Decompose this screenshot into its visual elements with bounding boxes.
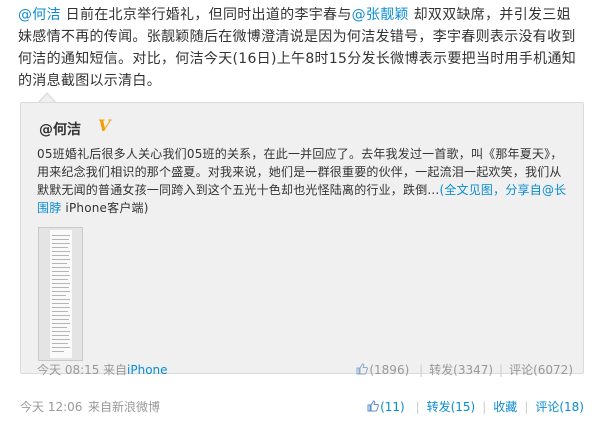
comment-button[interactable]: 评论(18) [535,400,584,414]
source-link[interactable]: iPhone [127,363,168,377]
thumbnail-line [52,263,67,264]
quoted-post-time[interactable]: 今天 08:15 [37,361,99,378]
verified-v-icon: V [98,116,111,135]
quoted-post-source: 来自iPhone [103,361,168,378]
post-footer: 今天 12:06 来自新浪微博 (11) | 转发(15) | 收藏 | 评论(18) [20,398,584,414]
thumbnail-line [52,343,68,344]
like-count: (11) [380,400,405,414]
thumbnail-line [52,275,70,276]
thumbnail-line [52,299,70,300]
thumbnail-line [52,311,68,312]
long-image-thumbnail[interactable] [38,227,83,361]
separator: | [482,400,487,414]
thumbnail-line [52,255,69,256]
separator: | [419,363,424,377]
thumbnail-line [52,327,67,328]
thumbnail-line [52,235,70,236]
thumbnail-line [52,271,69,272]
thumbnail-line [52,315,70,316]
thumbnail-line [52,323,70,324]
thumbnail-line [52,307,70,308]
quoted-text: 05班婚礼后很多人关心我们05班的关系，在此一并回应了。去年我发过一首歌，叫《那… [37,145,573,217]
repost-button[interactable]: 转发(15) [427,400,476,414]
post-text: @何洁 日前在北京举行婚礼，但同时出道的李宇春与@张靓颖 却双双缺席，并引发三姐… [18,4,584,92]
post-source: 来自新浪微博 [88,400,161,414]
thumbnail-line [52,247,68,248]
mention-link[interactable]: @张靓颖 [352,7,409,23]
quoted-comment-button[interactable]: 评论(6072) [509,363,573,377]
quoted-post-actions: (1896) | 转发(3347) | 评论(6072) [356,361,573,378]
quoted-post-footer: 今天 08:15 来自iPhone (1896) | 转发(3347) | 评论(60… [37,361,573,378]
thumbnail-line [52,319,69,320]
post-time[interactable]: 今天 12:06 [20,398,82,415]
thumbnail-line [52,283,70,284]
thumbnail-page [50,230,72,358]
source-prefix: 来自 [103,363,128,377]
quoted-author-link[interactable]: @何洁 [39,119,81,139]
thumbs-up-icon [367,400,380,412]
separator: | [499,363,504,377]
quoted-like-count: (1896) [369,363,410,377]
full-text-link[interactable]: (全文见图，分享自 [439,183,541,197]
thumbnail-line [52,243,70,244]
thumbnail-line [52,287,69,288]
thumbnail-line [52,267,70,268]
thumbnail-line [52,295,66,296]
thumbnail-line [52,303,69,304]
quoted-post: @何洁 V 05班婚礼后很多人关心我们05班的关系，在此一并回应了。去年我发过一… [20,102,584,378]
thumbnail-line [52,291,70,292]
quoted-repost-button[interactable]: 转发(3347) [429,363,493,377]
thumbnail-line [52,331,70,332]
separator: | [415,400,420,414]
quoted-like-button[interactable]: (1896) [356,363,413,377]
like-button[interactable]: (11) [367,400,408,414]
thumbnail-line [52,259,70,260]
via-suffix: iPhone客户端) [61,201,149,215]
thumbnail-line [52,351,64,352]
thumbnail-line [52,339,70,340]
post-actions: (11) | 转发(15) | 收藏 | 评论(18) [367,398,584,415]
thumbnail-line [52,335,69,336]
separator: | [524,400,529,414]
favorite-button[interactable]: 收藏 [493,400,517,414]
thumbnail-line [52,239,69,240]
mention-link[interactable]: @何洁 [18,7,61,23]
post-text-part: 日前在北京举行婚礼，但同时出道的李宇春与 [60,7,352,23]
thumbnail-line [52,279,68,280]
thumbnail-line [52,251,70,252]
thumbnail-line [52,347,70,348]
thumbs-up-icon [356,363,369,375]
